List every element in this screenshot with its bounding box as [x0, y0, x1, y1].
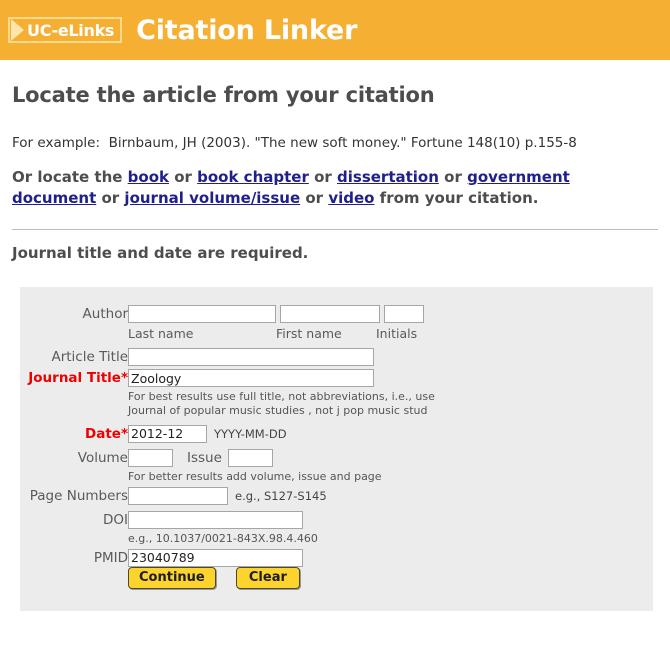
- page-numbers-label-cell: Page Numbers: [20, 487, 128, 505]
- article-title-label: Article Title: [51, 349, 128, 366]
- form-row-volume-issue: Volume Issue: [20, 448, 435, 467]
- locate-suffix: from your citation.: [374, 188, 539, 207]
- logo-label: UC-eLinks: [27, 20, 115, 40]
- page-title: Locate the article from your citation: [12, 83, 435, 107]
- date-format-hint: YYYY-MM-DD: [214, 427, 287, 442]
- link-journal-volume-issue[interactable]: journal volume/issue: [124, 189, 300, 207]
- doi-input[interactable]: [128, 510, 303, 529]
- sep-1: or: [168, 168, 198, 186]
- locate-prefix: Or locate the: [12, 168, 128, 186]
- link-book[interactable]: book: [128, 168, 169, 186]
- page-header: UC-eLinks Citation Linker: [0, 0, 670, 60]
- article-title-input-cell: [128, 348, 435, 367]
- doi-label: DOI: [102, 511, 128, 528]
- author-initials-input[interactable]: [384, 305, 425, 324]
- volume-input[interactable]: [128, 448, 173, 467]
- form-buttons-cell: Continue Clear: [128, 566, 435, 589]
- page-numbers-input-cell: e.g., S127-S145: [128, 486, 435, 505]
- author-label: Author: [82, 306, 128, 323]
- volume-issue-hint: For better results add volume, issue and…: [128, 469, 382, 483]
- sep-2: or: [308, 168, 338, 186]
- article-title-input[interactable]: [128, 348, 374, 367]
- form-row-pmid: PMID: [20, 548, 435, 567]
- sublabel-last-name: Last name: [128, 326, 194, 342]
- form-row-journal-hint: For best results use full title, not abb…: [20, 390, 435, 418]
- form-row-page-numbers: Page Numbers e.g., S127-S145: [20, 486, 435, 505]
- form-row-doi-hint: e.g., 10.1037/0021-843X.98.4.460: [20, 532, 435, 546]
- citation-form-panel: Author Last name First name Initials Artic…: [20, 287, 653, 611]
- example-text: Birnbaum, JH (2003). "The new soft money…: [108, 135, 577, 151]
- doi-label-cell: DOI: [20, 511, 128, 529]
- page-numbers-input[interactable]: [128, 486, 228, 505]
- pmid-input[interactable]: [128, 548, 303, 567]
- date-label-cell: Date*: [20, 425, 128, 443]
- article-title-label-cell: Article Title: [20, 348, 128, 366]
- page-numbers-label: Page Numbers: [29, 487, 128, 504]
- empty-cell: [20, 532, 128, 546]
- link-dissertation[interactable]: dissertation: [337, 168, 439, 186]
- journal-title-hint-cell: For best results use full title, not abb…: [128, 390, 435, 418]
- clear-button[interactable]: Clear: [235, 566, 300, 589]
- doi-hint-cell: e.g., 10.1037/0021-843X.98.4.460: [128, 532, 435, 546]
- form-row-journal-title: Journal Title*: [20, 369, 435, 388]
- citation-form-table: Author Last name First name Initials Artic…: [20, 305, 435, 589]
- journal-title-required-marker: *: [120, 370, 128, 387]
- section-divider: [12, 229, 658, 231]
- required-fields-note: Journal title and date are required.: [12, 244, 309, 263]
- sep-3: or: [438, 168, 468, 186]
- continue-button[interactable]: Continue: [128, 566, 216, 589]
- doi-hint: e.g., 10.1037/0021-843X.98.4.460: [128, 531, 318, 545]
- journal-title-label-cell: Journal Title*: [20, 369, 128, 387]
- date-required-marker: *: [120, 425, 128, 442]
- issue-input[interactable]: [227, 448, 273, 467]
- sep-4: or: [96, 188, 125, 207]
- author-label-cell: Author: [20, 305, 128, 323]
- sep-5: or: [300, 188, 329, 207]
- pmid-input-cell: [128, 548, 435, 567]
- example-citation: For example: Birnbaum, JH (2003). "The n…: [12, 135, 658, 151]
- volume-issue-input-cell: Issue: [128, 448, 435, 467]
- pmid-label-cell: PMID: [20, 549, 128, 567]
- date-label: Date: [85, 425, 121, 442]
- author-inputs-cell: [128, 305, 435, 324]
- author-sublabels-cell: Last name First name Initials: [128, 326, 435, 342]
- author-last-name-input[interactable]: [128, 305, 276, 324]
- uc-elinks-logo[interactable]: UC-eLinks: [8, 17, 123, 43]
- form-row-buttons: Continue Clear: [20, 566, 435, 589]
- empty-cell: [20, 390, 128, 418]
- date-input[interactable]: [128, 424, 207, 443]
- locate-other-types: Or locate the book or book chapter or di…: [12, 167, 658, 208]
- form-row-volume-hint: For better results add volume, issue and…: [20, 470, 435, 484]
- volume-issue-hint-cell: For better results add volume, issue and…: [128, 470, 435, 484]
- pmid-label: PMID: [93, 549, 128, 566]
- page-content: Locate the article from your citation Fo…: [0, 83, 670, 262]
- journal-title-hint-line1: For best results use full title, not abb…: [128, 390, 435, 404]
- volume-label-cell: Volume: [20, 449, 128, 467]
- form-row-author: Author: [20, 305, 435, 324]
- empty-cell: [20, 470, 128, 484]
- form-row-doi: DOI: [20, 510, 435, 529]
- form-row-date: Date* YYYY-MM-DD: [20, 424, 435, 443]
- journal-title-input[interactable]: [128, 369, 374, 388]
- sublabel-initials: Initials: [376, 326, 418, 342]
- date-input-cell: YYYY-MM-DD: [128, 424, 435, 443]
- example-label: For example:: [12, 135, 101, 151]
- journal-title-input-cell: [128, 369, 435, 388]
- page-numbers-hint: e.g., S127-S145: [235, 489, 327, 504]
- link-video[interactable]: video: [328, 189, 374, 207]
- doi-input-cell: [128, 510, 435, 529]
- form-row-author-sublabels: Last name First name Initials: [20, 326, 435, 342]
- sublabel-first-name: First name: [276, 326, 342, 342]
- empty-cell: [20, 567, 128, 589]
- journal-title-label: Journal Title: [28, 370, 121, 387]
- author-first-name-input[interactable]: [280, 305, 381, 324]
- form-row-article-title: Article Title: [20, 348, 435, 367]
- journal-title-hint-line2: Journal of popular music studies , not j…: [128, 404, 428, 418]
- volume-label: Volume: [77, 449, 128, 466]
- app-title: Citation Linker: [136, 14, 358, 46]
- triangle-right-icon: [11, 19, 24, 41]
- link-book-chapter[interactable]: book chapter: [197, 168, 309, 186]
- empty-cell: [20, 326, 128, 342]
- issue-label: Issue: [187, 450, 222, 467]
